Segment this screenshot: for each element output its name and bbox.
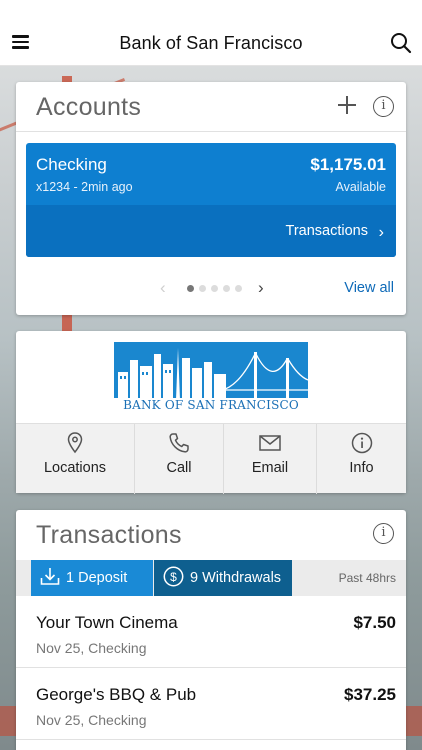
info-label: Info <box>349 460 374 476</box>
search-icon[interactable] <box>390 32 412 54</box>
tab-deposits[interactable]: 1 Deposit <box>31 560 153 596</box>
transaction-meta: Nov 25, Checking <box>36 712 147 728</box>
transaction-row[interactable]: George's BBQ & Pub $37.25 Nov 25, Checki… <box>16 668 406 738</box>
phone-icon <box>168 432 190 459</box>
chevron-right-icon[interactable]: › <box>258 278 264 298</box>
chevron-right-icon[interactable]: › <box>379 224 384 242</box>
tab-deposits-label: 1 Deposit <box>66 570 128 586</box>
transaction-row[interactable]: Your Town Cinema $7.50 Nov 25, Checking <box>16 596 406 666</box>
locations-button[interactable]: Locations <box>16 424 135 494</box>
transaction-amount: $37.25 <box>344 685 396 704</box>
transaction-name: Your Town Cinema <box>36 613 178 632</box>
pager-dot[interactable] <box>187 285 194 292</box>
view-all-link[interactable]: View all <box>344 280 394 296</box>
pager-dot[interactable] <box>223 285 230 292</box>
pager-dot[interactable] <box>211 285 218 292</box>
bank-actions: Locations Call Email Info <box>16 423 406 494</box>
transactions-card: Transactions i 1 Deposit $ 9 Withdrawals… <box>16 510 406 750</box>
tab-withdrawals[interactable]: $ 9 Withdrawals <box>154 560 292 596</box>
account-pager: ‹ › <box>160 278 278 298</box>
account-tile-checking[interactable]: Checking x1234 - 2min ago $1,175.01 Avai… <box>26 143 396 257</box>
menu-icon[interactable] <box>12 35 30 49</box>
transaction-meta: Nov 25, Checking <box>36 640 147 656</box>
top-bar: Bank of San Francisco <box>0 0 422 66</box>
email-button[interactable]: Email <box>224 424 317 494</box>
accounts-card: Accounts i Checking x1234 - 2min ago $1,… <box>16 82 406 315</box>
info-icon <box>351 432 373 459</box>
call-label: Call <box>166 460 192 476</box>
account-balance-label: Available <box>335 180 386 194</box>
call-button[interactable]: Call <box>135 424 224 494</box>
accounts-info-icon[interactable]: i <box>373 96 394 117</box>
add-account-icon[interactable] <box>338 96 356 114</box>
transactions-title: Transactions <box>36 521 182 549</box>
chevron-left-icon[interactable]: ‹ <box>160 278 166 298</box>
bank-card: BANK OF SAN FRANCISCO Locations Call Ema… <box>16 331 406 494</box>
bank-logo-text: BANK OF SAN FRANCISCO <box>114 398 308 412</box>
email-label: Email <box>251 460 289 476</box>
account-balance: $1,175.01 <box>310 155 386 174</box>
locations-label: Locations <box>43 460 107 476</box>
dollar-circle-icon: $ <box>163 566 184 591</box>
transactions-period: Past 48hrs <box>338 571 396 585</box>
accounts-title: Accounts <box>36 93 142 121</box>
svg-text:$: $ <box>170 569 177 583</box>
location-pin-icon <box>67 432 83 459</box>
account-number-updated: x1234 - 2min ago <box>36 180 133 194</box>
transactions-filter-bar: 1 Deposit $ 9 Withdrawals Past 48hrs <box>16 560 406 596</box>
app-title: Bank of San Francisco <box>119 33 303 53</box>
transaction-amount: $7.50 <box>353 613 396 632</box>
divider <box>16 131 406 132</box>
account-name: Checking <box>36 155 107 174</box>
pager-dot[interactable] <box>235 285 242 292</box>
info-button[interactable]: Info <box>317 424 406 494</box>
divider <box>16 739 406 740</box>
pager-dot[interactable] <box>199 285 206 292</box>
mail-icon <box>259 435 281 456</box>
download-icon <box>40 566 60 590</box>
transactions-info-icon[interactable]: i <box>373 523 394 544</box>
tab-withdrawals-label: 9 Withdrawals <box>190 570 282 586</box>
account-transactions-link[interactable]: Transactions <box>286 223 368 239</box>
transaction-name: George's BBQ & Pub <box>36 685 197 704</box>
